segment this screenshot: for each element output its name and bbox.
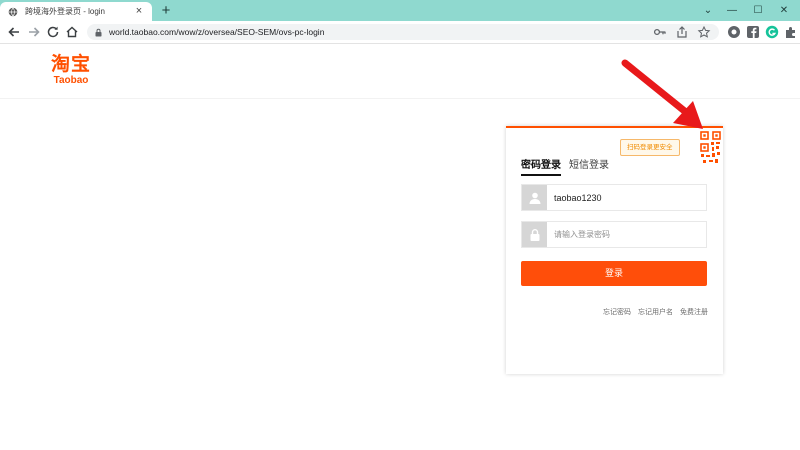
- share-icon[interactable]: [675, 26, 689, 38]
- password-placeholder[interactable]: 请输入登录密码: [554, 229, 610, 240]
- globe-icon: [8, 7, 18, 16]
- tab-strip: 跨境海外登录页 - login × + ⌄ — ☐ ✕: [0, 0, 800, 21]
- extension-facebook-icon[interactable]: [746, 25, 760, 39]
- login-panel: 扫码登录更安全 密码登录 短信登录 taobao1230 请输入登录密码 登录 …: [506, 126, 723, 374]
- forgot-username-link[interactable]: 忘记用户名: [638, 307, 673, 317]
- padlock-icon: [522, 222, 547, 247]
- minimize-button[interactable]: —: [718, 0, 746, 21]
- login-help-links: 忘记密码 忘记用户名 免费注册: [603, 307, 708, 317]
- reload-icon[interactable]: [45, 24, 61, 40]
- new-tab-button[interactable]: +: [158, 3, 174, 19]
- tab-sms-login[interactable]: 短信登录: [569, 156, 609, 176]
- logo-chinese-text: 淘宝: [50, 53, 91, 75]
- red-arrow-annotation: [621, 59, 703, 129]
- tab-password-login[interactable]: 密码登录: [521, 156, 561, 176]
- url-text[interactable]: world.taobao.com/wow/z/oversea/SEO-SEM/o…: [109, 27, 653, 37]
- close-window-button[interactable]: ✕: [770, 0, 798, 21]
- logo-english-text: Taobao: [53, 75, 89, 86]
- tab-title: 跨境海外登录页 - login: [25, 7, 106, 16]
- username-field[interactable]: taobao1230: [521, 184, 707, 211]
- taobao-logo[interactable]: 淘宝 Taobao: [46, 55, 96, 86]
- browser-tab[interactable]: 跨境海外登录页 - login ×: [0, 2, 152, 21]
- address-bar[interactable]: world.taobao.com/wow/z/oversea/SEO-SEM/o…: [87, 24, 719, 40]
- close-tab-button[interactable]: ×: [132, 6, 146, 17]
- home-icon[interactable]: [64, 24, 80, 40]
- username-value[interactable]: taobao1230: [554, 193, 602, 203]
- forgot-password-link[interactable]: 忘记密码: [603, 307, 631, 317]
- back-icon[interactable]: [6, 24, 22, 40]
- extension-grammarly-icon[interactable]: [765, 25, 779, 39]
- maximize-button[interactable]: ☐: [744, 0, 772, 21]
- password-field[interactable]: 请输入登录密码: [521, 221, 707, 248]
- login-method-tabs: 密码登录 短信登录: [521, 156, 609, 176]
- key-icon[interactable]: [653, 26, 667, 38]
- extensions-puzzle-icon[interactable]: [784, 25, 798, 39]
- forward-icon[interactable]: [26, 24, 42, 40]
- login-submit-button[interactable]: 登录: [521, 261, 707, 286]
- browser-toolbar: world.taobao.com/wow/z/oversea/SEO-SEM/o…: [0, 21, 800, 44]
- extension-eye-icon[interactable]: [727, 25, 741, 39]
- user-icon: [522, 185, 547, 210]
- star-icon[interactable]: [697, 26, 711, 38]
- free-register-link[interactable]: 免费注册: [680, 307, 708, 317]
- lock-icon[interactable]: [94, 28, 103, 37]
